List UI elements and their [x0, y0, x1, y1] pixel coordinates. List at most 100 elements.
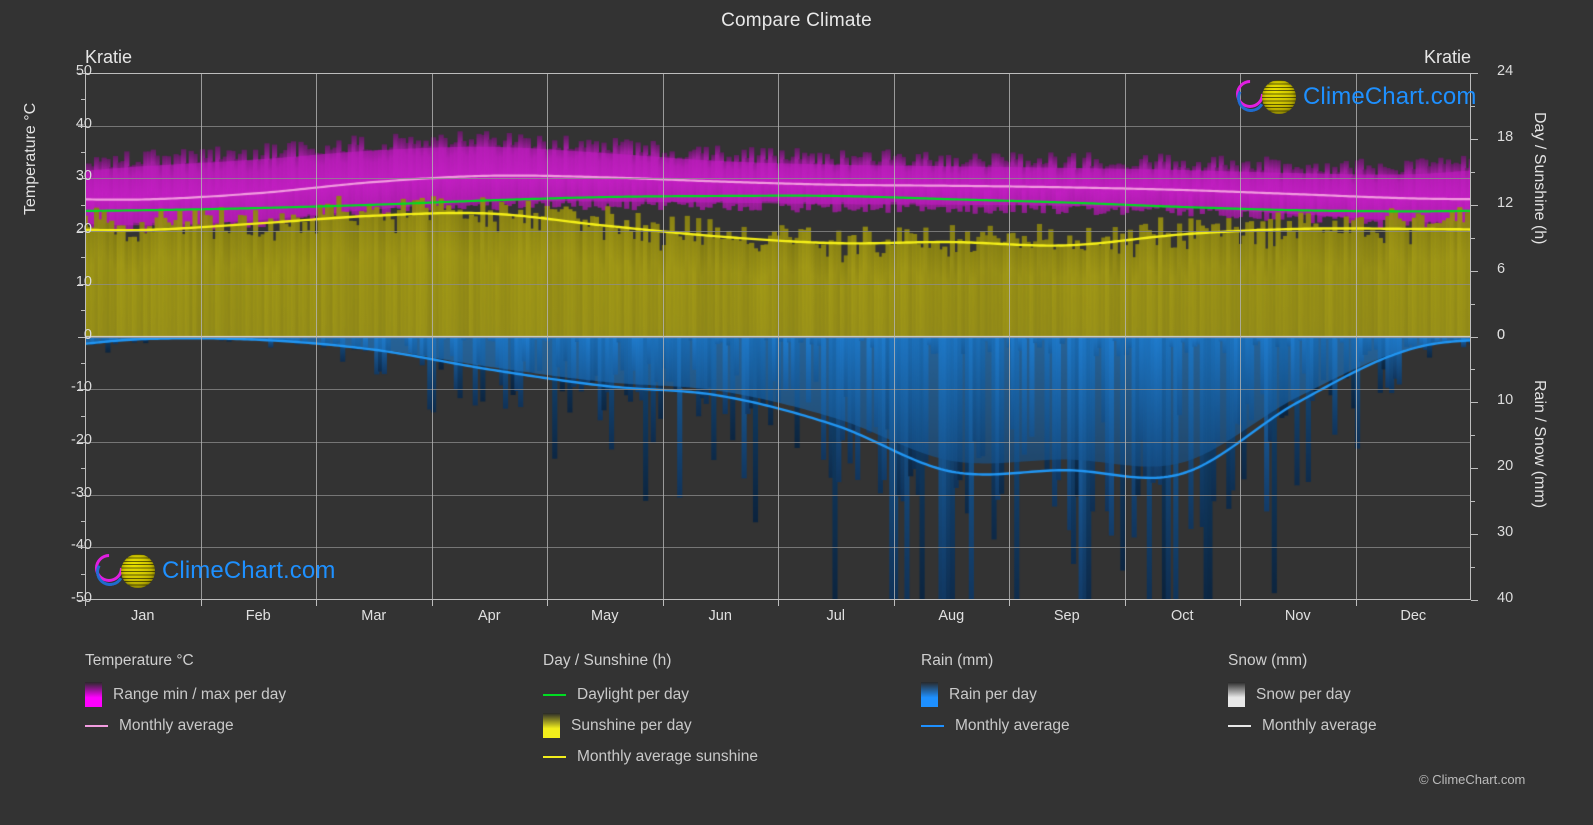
x-axis-tick-jan: Jan	[131, 608, 155, 624]
gridline-vertical	[1240, 73, 1241, 600]
legend-item[interactable]: Monthly average	[1228, 710, 1377, 741]
x-axis-tickmark	[663, 600, 664, 606]
y-axis-right-top-minor-tickmark	[1471, 303, 1475, 305]
y-axis-left-minor-tickmark	[81, 468, 85, 470]
y-axis-left-tick: -20	[71, 431, 92, 448]
legend-item[interactable]: Snow per day	[1228, 679, 1377, 710]
y-axis-left-tick: -10	[71, 379, 92, 396]
chart-plot-area	[85, 73, 1471, 600]
y-axis-left-minor-tickmark	[81, 520, 85, 522]
legend-item[interactable]: Monthly average	[85, 710, 286, 741]
legend-line-swatch	[1228, 724, 1251, 727]
legend-item-label: Daylight per day	[577, 685, 690, 703]
y-axis-right-bottom-tickmark	[1471, 468, 1478, 470]
legend-item[interactable]: Range min / max per day	[85, 679, 286, 710]
y-axis-left-tickmark	[78, 441, 85, 443]
y-axis-left-tickmark	[78, 600, 85, 601]
y-axis-left-title: Temperature °C	[22, 102, 39, 215]
gridline-vertical	[316, 73, 317, 600]
y-axis-right-top-minor-tickmark	[1471, 138, 1475, 140]
y-axis-right-bottom-tick: 0	[1497, 326, 1506, 343]
y-axis-right-top-minor-tickmark	[1471, 171, 1475, 173]
brand-logo-top: ClimeChart.com	[1230, 74, 1477, 116]
legend-item-label: Monthly average sunshine	[577, 747, 758, 765]
x-axis-tick-apr: Apr	[477, 608, 501, 624]
x-axis-tickmark	[1125, 600, 1126, 606]
y-axis-left-minor-tickmark	[81, 99, 85, 101]
y-axis-left-tick: 0	[83, 326, 92, 343]
legend-line-swatch	[543, 755, 566, 758]
legend-item[interactable]: Sunshine per day	[543, 710, 758, 741]
location-label-right: Kratie	[1423, 47, 1471, 67]
legend-item[interactable]: Monthly average	[921, 710, 1070, 741]
y-axis-left-tick: -40	[71, 537, 92, 554]
x-axis-tickmark	[1009, 600, 1010, 606]
x-axis-tick-mar: Mar	[361, 608, 387, 624]
legend-item[interactable]: Rain per day	[921, 679, 1070, 710]
y-axis-left-tick: 20	[75, 221, 92, 238]
y-axis-left-minor-tickmark	[81, 415, 85, 417]
y-axis-right-top-minor-tickmark	[1471, 237, 1475, 239]
y-axis-left-tickmark	[78, 231, 85, 233]
y-axis-right-bottom-tick: 40	[1497, 590, 1514, 606]
gridline-vertical	[1356, 73, 1357, 600]
gridline-vertical	[201, 73, 202, 600]
legend-color-swatch	[543, 713, 560, 738]
legend-group-1: Day / Sunshine (h) Daylight per day Sunshi…	[543, 652, 758, 772]
page-title: Compare Climate	[721, 10, 872, 31]
y-axis-right-bottom-tickmark	[1471, 336, 1478, 338]
x-axis-tickmark	[778, 600, 779, 606]
legend-line-swatch	[921, 724, 944, 727]
legend-line-swatch	[85, 724, 108, 727]
gridline-vertical	[432, 73, 433, 600]
y-axis-left-tick: 30	[75, 168, 92, 185]
y-axis-right-bottom-tick: 30	[1497, 524, 1514, 541]
legend-line-swatch	[543, 693, 566, 696]
x-axis-tick-dec: Dec	[1400, 608, 1427, 624]
legend-item[interactable]: Monthly average sunshine	[543, 741, 758, 772]
y-axis-right-bottom-tickmark	[1471, 600, 1478, 601]
brand-logo-text: ClimeChart.com	[1303, 83, 1477, 110]
legend-group-2: Rain (mm) Rain per day Monthly average	[921, 652, 1070, 741]
legend-item-label: Range min / max per day	[113, 685, 287, 703]
gridline-vertical	[663, 73, 664, 600]
y-axis-left-tick: 50	[75, 63, 92, 79]
y-axis-right-top-tick: 12	[1497, 194, 1514, 211]
x-axis-tick-feb: Feb	[245, 608, 271, 624]
gridline-vertical	[778, 73, 779, 600]
x-axis-tickmark	[316, 600, 317, 606]
legend-group-title: Day / Sunshine (h)	[543, 652, 672, 669]
x-axis-tick-aug: Aug	[938, 608, 965, 624]
x-axis-tick-nov: Nov	[1284, 608, 1311, 624]
copyright-text: © ClimeChart.com	[1419, 772, 1526, 787]
legend-group-title: Rain (mm)	[921, 652, 994, 669]
y-axis-right-bottom-minor-tickmark	[1471, 435, 1475, 437]
x-axis-tick-oct: Oct	[1170, 608, 1194, 624]
x-axis-tickmark	[547, 600, 548, 606]
y-axis-left-minor-tickmark	[81, 257, 85, 259]
legend-item[interactable]: Daylight per day	[543, 679, 758, 710]
x-axis-tick-jun: Jun	[708, 608, 732, 624]
x-axis-tick-sep: Sep	[1053, 608, 1080, 624]
y-axis-left-minor-tickmark	[81, 204, 85, 206]
y-axis-left-minor-tickmark	[81, 573, 85, 575]
y-axis-right-bottom-minor-tickmark	[1471, 567, 1475, 569]
x-axis-tick-may: May	[591, 608, 619, 624]
y-axis-right-bottom-tick: 10	[1497, 392, 1514, 409]
climate-chart-page: Compare Climate Kratie Kratie 50 40 30 20 10…	[0, 0, 1593, 825]
y-axis-right-bottom-minor-tickmark	[1471, 501, 1475, 503]
x-axis-tickmark	[85, 600, 86, 606]
legend-item-label: Snow per day	[1256, 685, 1351, 703]
y-axis-left-tick: -30	[71, 484, 92, 501]
gridline-vertical	[1009, 73, 1010, 600]
x-axis-tickmark	[432, 600, 433, 606]
x-axis-tickmark	[894, 600, 895, 606]
legend-item-label: Monthly average	[119, 716, 234, 734]
x-axis-tick-jul: Jul	[826, 608, 846, 624]
y-axis-right-top-tick: 6	[1497, 260, 1506, 277]
y-axis-right-top-minor-tickmark	[1471, 270, 1475, 272]
legend-group-title: Snow (mm)	[1228, 652, 1308, 669]
location-label-left: Kratie	[85, 47, 133, 67]
y-axis-left-tickmark	[78, 389, 85, 391]
y-axis-right-bottom-minor-tickmark	[1471, 369, 1475, 371]
